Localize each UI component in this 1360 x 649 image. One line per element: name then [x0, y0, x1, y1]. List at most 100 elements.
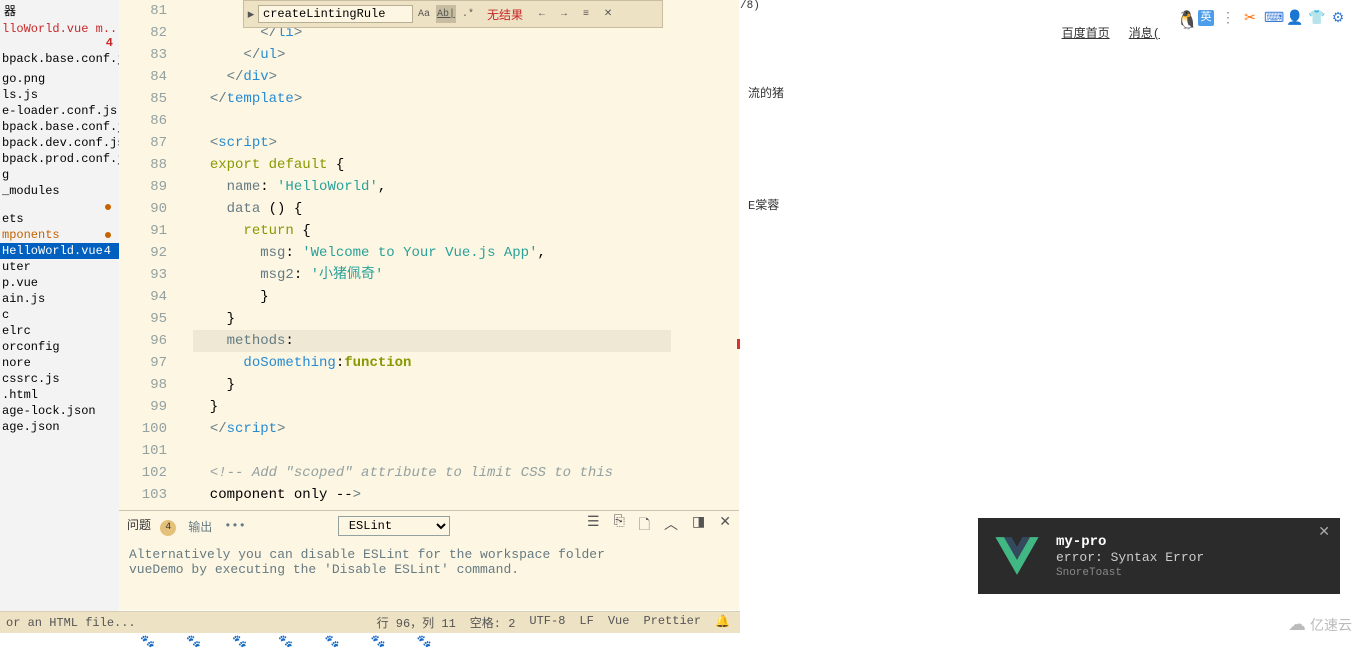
file-item[interactable]: .html [0, 387, 119, 403]
file-item[interactable]: e-loader.conf.js [0, 103, 119, 119]
browser-top-links: 百度首页 消息( [1050, 24, 1160, 41]
tab-output[interactable]: 输出 [188, 518, 212, 535]
regex-icon[interactable]: .* [458, 5, 478, 23]
file-item[interactable]: g [0, 167, 119, 183]
code-line[interactable]: </ul> [193, 44, 723, 66]
file-item[interactable]: bpack.prod.conf.js [0, 151, 119, 167]
code-line[interactable]: </template> [193, 88, 723, 110]
tab-problems[interactable]: 问题 4 [127, 516, 176, 536]
code-editor[interactable]: 8182838485868788899091929394959697989910… [119, 0, 739, 510]
code-area[interactable]: </li> </li> </ul> </div> </template> <sc… [193, 0, 723, 510]
penguin-icon[interactable]: 🐧 [1176, 10, 1192, 26]
status-encoding[interactable]: UTF-8 [529, 614, 565, 631]
ime-badge[interactable]: 英 [1198, 10, 1214, 26]
panel-collapse-icon[interactable]: ︿ [664, 514, 678, 538]
file-item[interactable]: uter [0, 259, 119, 275]
file-item[interactable]: bpack.base.conf.js [0, 119, 119, 135]
file-item[interactable]: age-lock.json [0, 403, 119, 419]
panel-lock-icon[interactable]: ⎘ [614, 514, 625, 538]
find-prev-icon[interactable]: ← [532, 5, 552, 23]
code-line[interactable]: msg: 'Welcome to Your Vue.js App', [193, 242, 723, 264]
status-cursor[interactable]: 行 96，列 11 [377, 614, 456, 631]
code-line[interactable]: <script> [193, 132, 723, 154]
keyboard-icon[interactable]: ⌨ [1264, 10, 1280, 26]
vue-logo-icon [990, 529, 1044, 583]
code-line[interactable]: doSomething:function [193, 352, 723, 374]
file-item[interactable]: ain.js [0, 291, 119, 307]
file-item[interactable]: elrc [0, 323, 119, 339]
code-line[interactable]: <!-- Add "scoped" attribute to limit CSS… [193, 462, 723, 484]
code-line[interactable]: </script> [193, 418, 723, 440]
file-item[interactable]: c [0, 307, 119, 323]
open-file-label: lloWorld.vue [2, 22, 88, 36]
toast-close-icon[interactable]: ✕ [1318, 524, 1330, 541]
code-line[interactable]: name: 'HelloWorld', [193, 176, 723, 198]
tab-more-icon[interactable]: ••• [224, 519, 246, 533]
file-item[interactable]: go.png [0, 71, 119, 87]
code-line[interactable]: } [193, 286, 723, 308]
file-item[interactable]: bpack.dev.conf.js [0, 135, 119, 151]
status-bell-icon[interactable]: 🔔 [715, 614, 730, 631]
person-icon[interactable]: 👤 [1286, 10, 1302, 26]
file-item[interactable]: cssrc.js [0, 371, 119, 387]
code-line[interactable]: return { [193, 220, 723, 242]
dots-icon[interactable]: ⋮ [1220, 10, 1236, 26]
file-item[interactable] [0, 199, 119, 211]
file-item[interactable]: age.json [0, 419, 119, 435]
panel-filter-icon[interactable]: ☰ [587, 514, 600, 538]
whole-word-icon[interactable]: Ab| [436, 5, 456, 23]
match-case-icon[interactable]: Aa [414, 5, 434, 23]
panel-split-icon[interactable]: ◨ [692, 514, 705, 538]
output-channel-select[interactable]: ESLint [338, 516, 450, 536]
status-language[interactable]: Vue [608, 614, 630, 631]
status-spaces[interactable]: 空格: 2 [470, 614, 516, 631]
file-item[interactable]: nore [0, 355, 119, 371]
link-baidu-home[interactable]: 百度首页 [1062, 27, 1110, 41]
pagination-text: /8) [740, 0, 760, 12]
code-line[interactable]: } [193, 374, 723, 396]
code-line[interactable] [193, 440, 723, 462]
file-item[interactable]: orconfig [0, 339, 119, 355]
code-line[interactable]: </div> [193, 66, 723, 88]
decorative-footprints: 🐾 🐾 🐾 🐾 🐾 🐾 🐾 [140, 634, 444, 649]
sidebar-header: 器 [0, 0, 119, 21]
find-next-icon[interactable]: → [554, 5, 574, 23]
file-item[interactable]: _modules [0, 183, 119, 199]
file-item[interactable]: HelloWorld.vue4 [0, 243, 119, 259]
open-editor-item[interactable]: lloWorld.vue m... 4 [0, 21, 119, 51]
find-toggle-replace-icon[interactable]: ▸ [244, 7, 258, 22]
browser-toolbar: 🐧 英 ⋮ ✂ ⌨ 👤 👕 ⚙ [1176, 10, 1346, 26]
code-line[interactable]: } [193, 308, 723, 330]
code-line[interactable]: export default { [193, 154, 723, 176]
code-line[interactable]: msg2: '小猪佩奇' [193, 264, 723, 286]
open-editor-item[interactable]: bpack.base.conf.js ... [0, 51, 119, 67]
panel-close-icon[interactable]: ✕ [719, 514, 731, 538]
status-prettier[interactable]: Prettier [643, 614, 701, 631]
code-line[interactable]: component only --> [193, 484, 723, 506]
link-messages[interactable]: 消息( [1129, 27, 1160, 41]
panel-body: Alternatively you can disable ESLint for… [119, 541, 739, 583]
shirt-icon[interactable]: 👕 [1308, 10, 1324, 26]
scissors-icon[interactable]: ✂ [1242, 10, 1258, 26]
notification-toast[interactable]: my-pro error: Syntax Error SnoreToast ✕ [978, 518, 1340, 594]
code-line[interactable] [193, 110, 723, 132]
panel-clear-icon[interactable]: 🗋 [639, 514, 650, 538]
file-item[interactable]: ls.js [0, 87, 119, 103]
find-close-icon[interactable]: ✕ [598, 5, 618, 23]
status-left-text: or an HTML file... [0, 616, 136, 630]
problems-badge: 4 [160, 520, 176, 536]
find-widget: ▸ Aa Ab| .* 无结果 ← → ≡ ✕ [243, 0, 663, 28]
code-line[interactable]: } [193, 396, 723, 418]
file-item[interactable]: mponents [0, 227, 119, 243]
code-line[interactable]: methods: [193, 330, 671, 352]
code-line[interactable]: data () { [193, 198, 723, 220]
snippet-text-2: E棠蓉 [748, 196, 779, 213]
line-numbers-gutter: 8182838485868788899091929394959697989910… [119, 0, 185, 510]
find-selection-icon[interactable]: ≡ [576, 5, 596, 23]
file-item[interactable]: p.vue [0, 275, 119, 291]
status-eol[interactable]: LF [579, 614, 593, 631]
cloud-icon: ☁ [1288, 614, 1306, 636]
find-input[interactable] [258, 5, 413, 23]
file-item[interactable]: ets [0, 211, 119, 227]
gear-icon[interactable]: ⚙ [1330, 10, 1346, 26]
